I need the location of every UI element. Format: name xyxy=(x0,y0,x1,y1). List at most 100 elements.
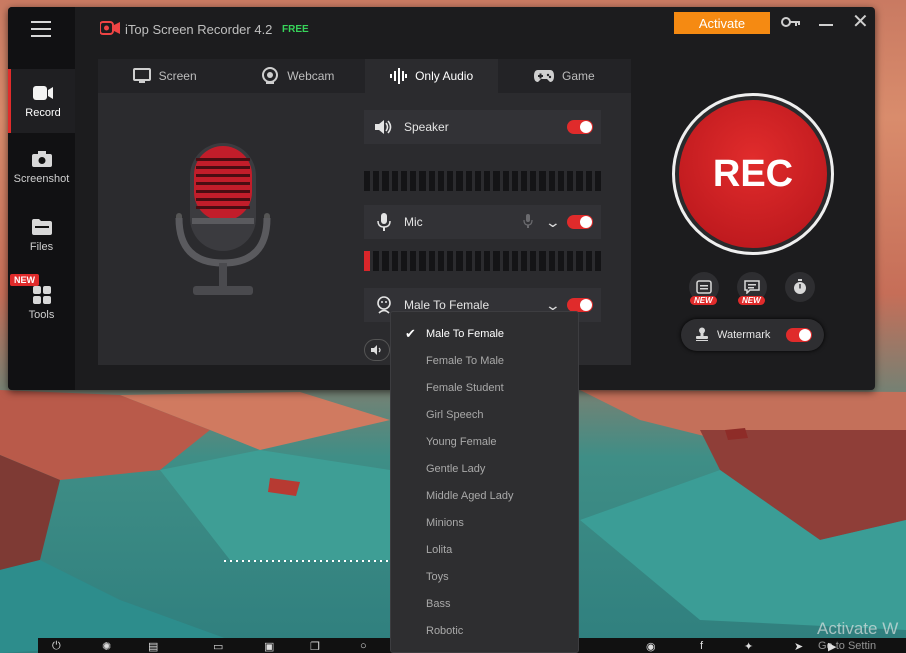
new-badge: NEW xyxy=(738,296,765,305)
tab-webcam[interactable]: Webcam xyxy=(231,59,365,93)
voice-option-label: Male To Female xyxy=(426,327,505,340)
sidebar-item-label: Tools xyxy=(28,309,55,321)
mode-tabs: Screen Webcam Only Audio Game xyxy=(98,59,631,93)
speaker-icon xyxy=(364,119,404,135)
voice-option[interactable]: ✔ Male To Female xyxy=(391,320,578,347)
activate-button[interactable]: Activate xyxy=(674,12,770,34)
voice-option-label: Toys xyxy=(426,570,449,583)
voice-option-label: Girl Speech xyxy=(426,408,484,421)
search-icon[interactable]: ○ xyxy=(360,640,367,652)
voice-option-label: Lolita xyxy=(426,543,453,556)
voice-option[interactable]: Girl Speech xyxy=(391,401,578,428)
caption-icon xyxy=(696,280,712,294)
voice-option[interactable]: Toys xyxy=(391,563,578,590)
desktop-dotted-line xyxy=(224,560,390,562)
chevron-down-icon[interactable]: ⌄ xyxy=(545,214,561,231)
speaker-toggle[interactable] xyxy=(567,120,593,134)
mic-row: Mic ⌄ xyxy=(364,205,601,239)
tab-label: Game xyxy=(562,69,595,83)
mic-level-meter xyxy=(364,251,602,271)
volume-button[interactable] xyxy=(364,339,390,361)
voice-option[interactable]: Middle Aged Lady xyxy=(391,482,578,509)
monitor-icon xyxy=(132,68,151,83)
volume-icon xyxy=(371,345,381,355)
sidebar-item-label: Record xyxy=(25,107,61,119)
sidebar-item-tools[interactable]: NEW Tools xyxy=(8,271,75,335)
facebook-icon[interactable]: f xyxy=(700,640,703,652)
file-icon[interactable]: ▤ xyxy=(148,640,158,653)
app-logo-icon xyxy=(99,21,120,40)
voice-changer-toggle[interactable] xyxy=(567,298,593,312)
stamp-icon xyxy=(695,327,709,344)
gamepad-icon xyxy=(534,70,555,82)
speaker-row: Speaker xyxy=(364,110,601,144)
voice-option-label: Bass xyxy=(426,597,451,610)
send-icon[interactable]: ➤ xyxy=(794,640,803,653)
tab-label: Only Audio xyxy=(415,69,474,83)
voice-option[interactable]: Gentle Lady xyxy=(391,455,578,482)
twitter-icon[interactable]: ✦ xyxy=(744,640,753,653)
sidebar-item-screenshot[interactable]: Screenshot xyxy=(8,135,75,199)
sidebar-item-record[interactable]: Record xyxy=(8,69,75,133)
camera-icon xyxy=(31,149,53,169)
voice-option-label: Gentle Lady xyxy=(426,462,486,475)
key-icon[interactable] xyxy=(781,15,801,33)
new-badge: NEW xyxy=(690,296,717,305)
stopwatch-icon xyxy=(794,279,806,294)
folder-icon xyxy=(31,217,53,237)
voice-option-label: Female To Male xyxy=(426,354,505,367)
rec-button-ring: REC xyxy=(672,93,834,255)
audio-wave-icon xyxy=(390,68,408,84)
sidebar-item-label: Files xyxy=(29,241,54,253)
app-title: iTop Screen Recorder 4.2 xyxy=(125,22,273,37)
speaker-level-meter xyxy=(364,171,602,191)
voice-option[interactable]: Robotic xyxy=(391,617,578,644)
window-icon[interactable]: ▭ xyxy=(213,640,223,653)
tab-only-audio[interactable]: Only Audio xyxy=(364,59,498,93)
sidebar: Record Screenshot Files NEW Tools xyxy=(8,7,75,390)
voice-option[interactable]: Female To Male xyxy=(391,347,578,374)
webcam-icon xyxy=(262,67,279,84)
voice-option[interactable]: Minions xyxy=(391,509,578,536)
tab-label: Webcam xyxy=(287,69,335,83)
noise-reduction-icon[interactable] xyxy=(523,213,533,231)
timer-button[interactable] xyxy=(785,272,815,302)
tab-label: Screen xyxy=(158,69,197,83)
copy-icon[interactable]: ❐ xyxy=(310,640,320,653)
voice-option-label: Young Female xyxy=(426,435,497,448)
voice-option[interactable]: Bass xyxy=(391,590,578,617)
voice-option-label: Female Student xyxy=(426,381,504,394)
voice-option[interactable]: Female Student xyxy=(391,374,578,401)
globe-icon[interactable]: ◉ xyxy=(646,640,656,653)
checkmark-icon: ✔ xyxy=(405,326,416,341)
close-icon[interactable]: ✕ xyxy=(852,12,869,32)
voice-option[interactable]: Lolita xyxy=(391,536,578,563)
mic-icon xyxy=(364,213,404,231)
menu-icon[interactable] xyxy=(31,21,51,37)
voice-option-label: Minions xyxy=(426,516,464,529)
windows-activation-subtext: Go to Settin xyxy=(818,640,877,652)
document-icon[interactable]: ▣ xyxy=(264,640,274,653)
voice-option-label: Robotic xyxy=(426,624,464,637)
sidebar-item-files[interactable]: Files xyxy=(8,203,75,267)
power-icon[interactable]: ⏻ xyxy=(52,640,61,653)
sidebar-item-label: Screenshot xyxy=(13,173,70,185)
mic-toggle[interactable] xyxy=(567,215,593,229)
tab-screen[interactable]: Screen xyxy=(98,59,232,93)
windows-activation-watermark: Activate W xyxy=(817,619,899,638)
minimize-icon[interactable] xyxy=(818,15,834,29)
voice-options-dropdown: ✔ Male To Female Female To Male Female St… xyxy=(390,311,579,653)
voice-option-label: Middle Aged Lady xyxy=(426,489,514,502)
new-badge: NEW xyxy=(10,274,39,286)
mic-label: Mic xyxy=(404,215,423,229)
watermark-label: Watermark xyxy=(717,329,771,341)
watermark-toggle[interactable] xyxy=(786,328,812,342)
tools-grid-icon xyxy=(31,285,53,305)
edition-badge: FREE xyxy=(282,24,309,35)
loading-icon[interactable]: ✺ xyxy=(102,640,111,653)
record-icon xyxy=(32,83,54,103)
rec-button[interactable]: REC xyxy=(679,100,827,248)
tab-game[interactable]: Game xyxy=(497,59,631,93)
voice-option[interactable]: Young Female xyxy=(391,428,578,455)
voice-changer-label: Male To Female xyxy=(404,298,490,312)
